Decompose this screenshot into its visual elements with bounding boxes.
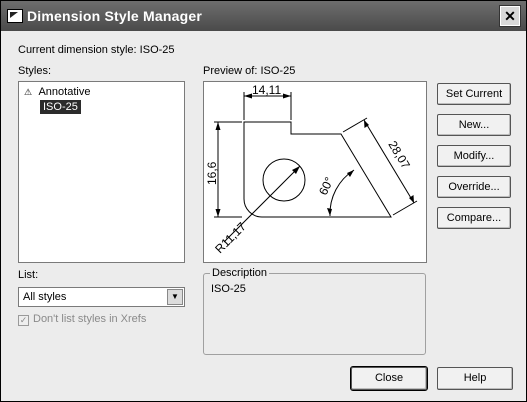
xrefs-checkbox[interactable]: ✓: [18, 315, 29, 326]
xrefs-checkbox-label: Don't list styles in Xrefs: [33, 313, 147, 325]
dim-text-radius: R11,17: [212, 219, 249, 256]
list-select[interactable]: All styles ▼: [18, 287, 185, 307]
list-label: List:: [18, 269, 39, 281]
style-item-label: Annotative: [38, 86, 91, 98]
help-button[interactable]: Help: [437, 367, 513, 390]
chevron-down-icon[interactable]: ▼: [167, 289, 183, 305]
app-icon: [7, 9, 23, 23]
annotative-triangle-icon: ⚠: [24, 87, 33, 97]
dimension-preview-drawing: 14,11 16,6 28,07 60° R11,17: [205, 83, 418, 256]
xrefs-checkbox-row[interactable]: ✓ Don't list styles in Xrefs: [18, 313, 146, 326]
current-style-label: Current dimension style:: [18, 44, 137, 56]
current-style-value: ISO-25: [139, 44, 175, 56]
close-button[interactable]: Close: [350, 366, 428, 391]
dialog-window: Dimension Style Manager ✕ Current dimens…: [0, 0, 527, 402]
list-select-value: All styles: [23, 291, 67, 303]
new-button[interactable]: New...: [437, 114, 511, 136]
dim-text-top: 14,11: [252, 83, 281, 97]
modify-button[interactable]: Modify...: [437, 145, 511, 167]
dim-text-aligned: 28,07: [385, 138, 413, 171]
set-current-button[interactable]: Set Current: [437, 83, 511, 105]
title-bar[interactable]: Dimension Style Manager ✕: [1, 1, 526, 31]
current-style-line: Current dimension style: ISO-25: [18, 44, 175, 56]
part-hole: [262, 158, 306, 202]
compare-button[interactable]: Compare...: [437, 207, 511, 229]
styles-label: Styles:: [18, 65, 52, 77]
style-item-annotative[interactable]: ⚠ Annotative: [24, 85, 90, 99]
style-item-label: ISO-25: [40, 100, 81, 114]
preview-label-line: Preview of: ISO-25: [203, 65, 295, 77]
description-text: ISO-25: [211, 283, 246, 295]
window-title: Dimension Style Manager: [27, 8, 202, 24]
preview-label: Preview of:: [203, 65, 258, 77]
description-group: Description ISO-25: [203, 267, 426, 355]
style-item-iso-25[interactable]: ISO-25: [40, 100, 81, 114]
dim-text-left: 16,6: [205, 161, 219, 185]
styles-list[interactable]: ⚠ Annotative ISO-25: [18, 81, 185, 263]
description-legend: Description: [210, 267, 270, 279]
preview-style-name: ISO-25: [260, 65, 296, 77]
preview-panel: 14,11 16,6 28,07 60° R11,17: [203, 81, 427, 263]
close-icon[interactable]: ✕: [499, 5, 521, 27]
override-button[interactable]: Override...: [437, 176, 511, 198]
